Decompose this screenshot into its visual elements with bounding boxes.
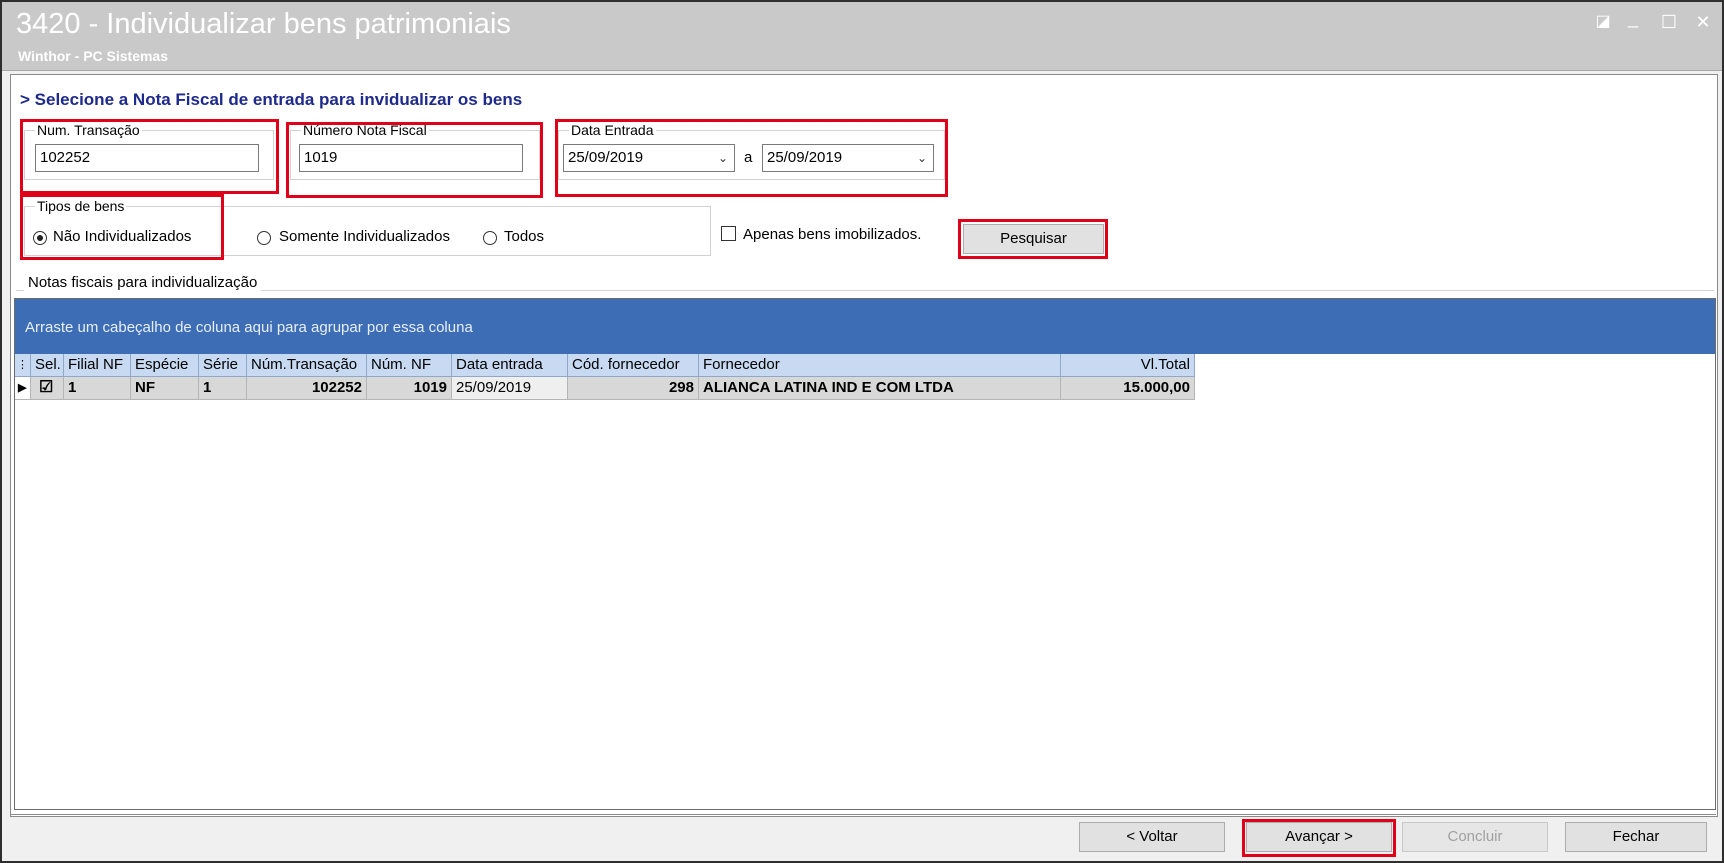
- data-entrada-from-value: 25/09/2019: [568, 149, 644, 166]
- app-window: 3420 - Individualizar bens patrimoniais …: [0, 0, 1724, 863]
- window-title: 3420 - Individualizar bens patrimoniais: [16, 8, 511, 40]
- page-heading: > Selecione a Nota Fiscal de entrada par…: [20, 90, 523, 109]
- column-header-especie[interactable]: Espécie: [131, 354, 199, 377]
- fechar-button[interactable]: Fechar: [1565, 822, 1707, 852]
- cell-serie[interactable]: 1: [199, 377, 247, 400]
- minimize-icon[interactable]: _: [1620, 6, 1646, 30]
- cell-num-transacao[interactable]: 102252: [247, 377, 367, 400]
- radio-todos-label[interactable]: Todos: [504, 228, 544, 245]
- grid-section-label: Notas fiscais para individualização: [24, 274, 262, 291]
- column-chooser-icon[interactable]: ⋮: [15, 354, 31, 377]
- footer-divider: [10, 814, 1716, 815]
- column-header-data-entrada[interactable]: Data entrada: [452, 354, 568, 377]
- column-header-filial-nf[interactable]: Filial NF: [64, 354, 131, 377]
- radio-todos[interactable]: [483, 231, 497, 245]
- cell-vl-total[interactable]: 15.000,00: [1061, 377, 1195, 400]
- column-header-cod-fornecedor[interactable]: Cód. fornecedor: [568, 354, 699, 377]
- data-entrada-to-value: 25/09/2019: [767, 149, 843, 166]
- data-grid: Arraste um cabeçalho de coluna aqui para…: [14, 298, 1716, 810]
- cell-filial-nf[interactable]: 1: [64, 377, 131, 400]
- cell-especie[interactable]: NF: [131, 377, 199, 400]
- group-by-hint: Arraste um cabeçalho de coluna aqui para…: [25, 319, 473, 336]
- cell-cod-fornecedor[interactable]: 298: [568, 377, 699, 400]
- title-bar[interactable]: 3420 - Individualizar bens patrimoniais …: [2, 2, 1722, 71]
- num-transacao-label: Num. Transação: [37, 122, 140, 138]
- radio-nao-individualizados-label[interactable]: Não Individualizados: [53, 228, 191, 245]
- apenas-imobilizados-checkbox[interactable]: [721, 226, 736, 241]
- radio-somente-individualizados[interactable]: [257, 231, 271, 245]
- chevron-down-icon: ⌄: [916, 151, 927, 165]
- numero-nota-fiscal-input[interactable]: 1019: [299, 144, 523, 172]
- pesquisar-button[interactable]: Pesquisar: [963, 224, 1104, 254]
- avancar-button[interactable]: Avançar >: [1246, 822, 1392, 852]
- numero-nota-fiscal-label: Número Nota Fiscal: [303, 122, 427, 138]
- cell-fornecedor[interactable]: ALIANCA LATINA IND E COM LTDA: [699, 377, 1061, 400]
- row-select-checkbox[interactable]: ☑: [31, 377, 64, 400]
- tipos-de-bens-group: Tipos de bens: [24, 198, 711, 256]
- window-subtitle: Winthor - PC Sistemas: [18, 48, 169, 64]
- data-entrada-to-select[interactable]: 25/09/2019 ⌄: [762, 144, 934, 172]
- close-icon[interactable]: ✕: [1690, 10, 1716, 34]
- grid-section-divider: [16, 290, 1714, 291]
- column-header-fornecedor[interactable]: Fornecedor: [699, 354, 1061, 377]
- row-indicator-icon: ▶: [15, 377, 31, 400]
- cell-num-nf[interactable]: 1019: [367, 377, 452, 400]
- num-transacao-input[interactable]: 102252: [35, 144, 259, 172]
- apenas-imobilizados-label[interactable]: Apenas bens imobilizados.: [743, 226, 921, 243]
- group-by-panel[interactable]: Arraste um cabeçalho de coluna aqui para…: [15, 299, 1715, 354]
- date-range-separator: a: [744, 149, 753, 166]
- column-header-serie[interactable]: Série: [199, 354, 247, 377]
- column-header-num-nf[interactable]: Núm. NF: [367, 354, 452, 377]
- tipos-de-bens-label: Tipos de bens: [37, 198, 125, 214]
- restore-icon[interactable]: ◪: [1590, 10, 1616, 34]
- radio-somente-individualizados-label[interactable]: Somente Individualizados: [279, 228, 450, 245]
- data-entrada-label: Data Entrada: [571, 122, 654, 138]
- cell-data-entrada[interactable]: 25/09/2019: [452, 377, 568, 400]
- column-header-sel[interactable]: Sel.: [31, 354, 64, 377]
- column-header-num-transacao[interactable]: Núm.Transação: [247, 354, 367, 377]
- chevron-down-icon: ⌄: [717, 151, 728, 165]
- radio-nao-individualizados[interactable]: [33, 231, 47, 245]
- data-entrada-from-select[interactable]: 25/09/2019 ⌄: [563, 144, 735, 172]
- concluir-button[interactable]: Concluir: [1402, 822, 1548, 852]
- column-header-vl-total[interactable]: Vl.Total: [1061, 354, 1195, 377]
- maximize-icon[interactable]: ☐: [1656, 10, 1682, 34]
- voltar-button[interactable]: < Voltar: [1079, 822, 1225, 852]
